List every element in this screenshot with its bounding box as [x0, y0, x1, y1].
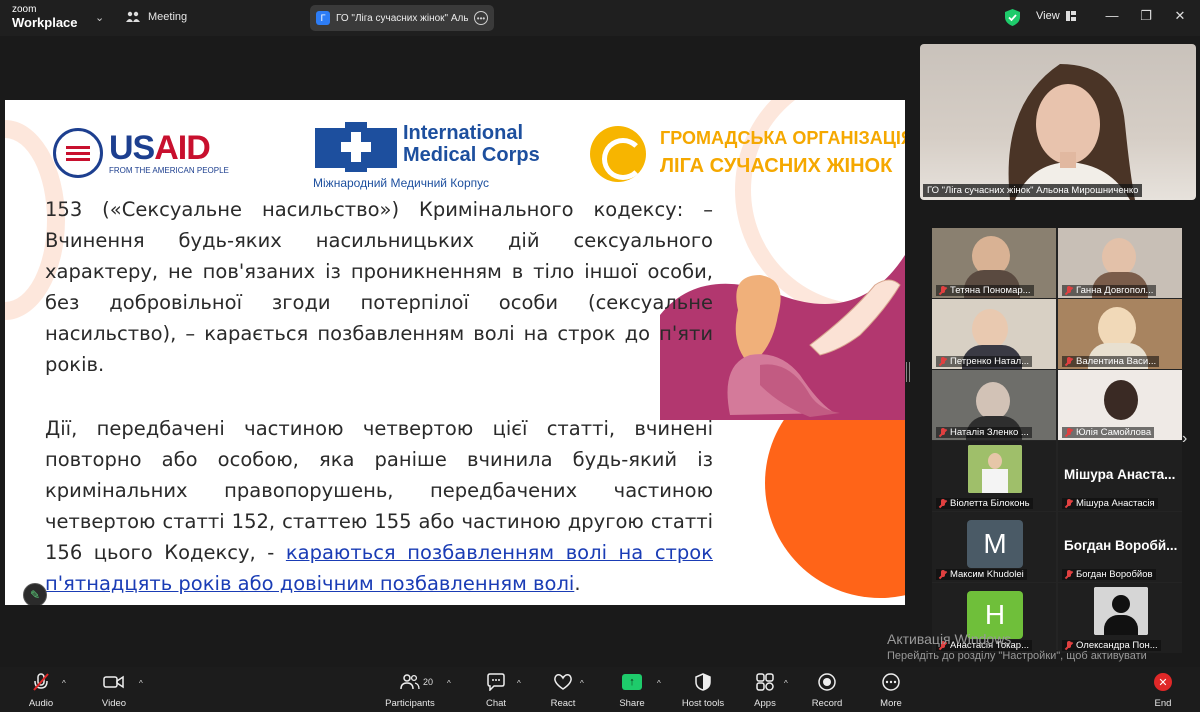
react-button[interactable]: React: [533, 671, 593, 709]
imc-subtitle: Міжнародний Медичний Корпус: [313, 176, 490, 190]
usaid-logo: USAID FROM THE AMERICAN PEOPLE: [53, 128, 229, 178]
speaker-name-label: ГО "Ліга сучасних жінок" Альона Мирошнич…: [923, 184, 1143, 197]
avatar: M: [967, 520, 1023, 568]
more-button[interactable]: More: [861, 671, 921, 709]
brand-line2: Workplace: [12, 15, 78, 30]
participant-big-name: Богдан Воробй...: [1064, 538, 1178, 553]
slide-paragraph-2: Дії, передбачені частиною четвертою цієї…: [45, 417, 713, 595]
camera-icon: [103, 671, 125, 693]
liga-line1: ГРОМАДСЬКА ОРГАНІЗАЦІЯ: [660, 128, 905, 148]
mic-off-icon: [939, 427, 947, 438]
mic-off-icon: [939, 356, 947, 367]
avatar: [1094, 587, 1148, 635]
apps-caret-icon[interactable]: ^: [784, 679, 788, 688]
sponsor-logos: USAID FROM THE AMERICAN PEOPLE Internati…: [45, 118, 905, 198]
view-label: View: [1036, 10, 1060, 22]
mic-off-icon: [939, 285, 947, 296]
imc-emblem-icon: [315, 122, 397, 172]
annotate-pen-icon[interactable]: ✎: [23, 583, 47, 605]
participants-icon: [399, 671, 421, 693]
participant-big-name: Мішура Анаста...: [1064, 467, 1176, 482]
title-bar: zoom Workplace ⌄ Meeting Г ГО "Ліга суча…: [0, 0, 1200, 36]
restore-icon[interactable]: ❐: [1138, 8, 1154, 24]
chevron-down-icon[interactable]: ⌄: [95, 11, 104, 24]
chat-button[interactable]: Chat: [466, 671, 526, 709]
brand-line1: zoom: [12, 4, 37, 15]
participants-icon: [126, 11, 140, 22]
mic-off-icon: [1065, 498, 1073, 509]
avatar: [968, 445, 1022, 493]
view-button[interactable]: View: [1036, 10, 1076, 22]
participant-tile[interactable]: Мішура Анаста... Мішура Анастасія: [1058, 441, 1182, 511]
share-button[interactable]: ↑ Share: [602, 671, 662, 709]
minimize-icon[interactable]: —: [1104, 8, 1120, 23]
video-options-caret-icon[interactable]: ^: [139, 679, 143, 688]
chat-caret-icon[interactable]: ^: [517, 679, 521, 688]
watermark-title: Активація Windows: [887, 631, 1012, 647]
participant-tile[interactable]: Тетяна Пономар...: [932, 228, 1056, 298]
meeting-tab[interactable]: Г ГО "Ліга сучасних жінок" Альона Мирошн…: [310, 5, 494, 31]
apps-icon: [754, 671, 776, 693]
zoom-window: zoom Workplace ⌄ Meeting Г ГО "Ліга суча…: [0, 0, 1200, 712]
video-button[interactable]: Video: [84, 671, 144, 709]
imc-name-line1: International: [403, 122, 524, 144]
participant-tile[interactable]: Ганна Довгопол...: [1058, 228, 1182, 298]
mic-off-icon: [939, 498, 947, 509]
host-tools-button[interactable]: Host tools: [673, 671, 733, 709]
zoom-logo[interactable]: zoom Workplace: [12, 4, 78, 30]
mic-off-icon: [1065, 285, 1073, 296]
mic-off-icon: [1065, 356, 1073, 367]
more-options-icon[interactable]: •••: [474, 11, 488, 25]
record-icon: [816, 671, 838, 693]
usaid-seal-icon: [53, 128, 103, 178]
participant-tile[interactable]: Богдан Воробй... Богдан Воробйов: [1058, 512, 1182, 582]
participant-tile[interactable]: Наталія Зленко ...: [932, 370, 1056, 440]
react-caret-icon[interactable]: ^: [580, 679, 584, 688]
meeting-label: Meeting: [148, 11, 188, 23]
participant-tile[interactable]: Віолетта Білоконь: [932, 441, 1056, 511]
view-layout-icon: [1065, 11, 1076, 21]
end-button[interactable]: ✕ End: [1133, 671, 1193, 709]
liga-emblem-icon: [590, 126, 646, 182]
participant-tile[interactable]: M Максим Khudolei: [932, 512, 1056, 582]
mic-muted-icon: [30, 671, 52, 693]
participant-tile[interactable]: Петренко Натал...: [932, 299, 1056, 369]
participant-tile[interactable]: Юлія Самойлова: [1058, 370, 1182, 440]
share-screen-icon: ↑: [621, 671, 643, 693]
participants-caret-icon[interactable]: ^: [447, 679, 451, 688]
imc-name-line2: Medical Corps: [403, 144, 540, 166]
participant-tile[interactable]: Валентина Васи...: [1058, 299, 1182, 369]
mic-off-icon: [939, 569, 947, 580]
shared-screen: USAID FROM THE AMERICAN PEOPLE Internati…: [5, 100, 905, 605]
audio-options-caret-icon[interactable]: ^: [62, 679, 66, 688]
tab-title: ГО "Ліга сучасних жінок" Альона Мирошнич…: [336, 12, 468, 24]
gallery-next-icon[interactable]: ›: [1182, 430, 1187, 448]
meeting-toolbar: Audio ^ Video ^ Participants 20 ^ Chat ^: [0, 667, 1200, 712]
panel-splitter-handle[interactable]: [906, 362, 910, 382]
speaker-portrait: [1008, 64, 1135, 200]
end-meeting-icon: ✕: [1152, 671, 1174, 693]
mic-off-icon: [1065, 427, 1073, 438]
record-button[interactable]: Record: [797, 671, 857, 709]
participants-count: 20: [423, 677, 434, 687]
mic-off-icon: [1065, 569, 1073, 580]
meeting-menu[interactable]: Meeting: [126, 10, 187, 24]
active-speaker-video[interactable]: ГО "Ліга сучасних жінок" Альона Мирошнич…: [920, 44, 1196, 200]
heart-icon: [552, 671, 574, 693]
usaid-aid: AID: [154, 129, 211, 167]
audio-button[interactable]: Audio: [11, 671, 71, 709]
share-caret-icon[interactable]: ^: [657, 679, 661, 688]
apps-button[interactable]: Apps: [735, 671, 795, 709]
security-shield-icon[interactable]: [1005, 9, 1020, 26]
close-icon[interactable]: ✕: [1172, 8, 1188, 24]
participant-gallery: Тетяна Пономар... Ганна Довгопол... Петр…: [932, 228, 1182, 653]
usaid-tagline: FROM THE AMERICAN PEOPLE: [109, 166, 229, 175]
slide-paragraph-1: 153 («Сексуальне насильство») Кримінальн…: [45, 198, 713, 376]
more-icon: [880, 671, 902, 693]
shield-icon: [692, 671, 714, 693]
chat-icon: [485, 671, 507, 693]
usaid-us: US: [109, 129, 155, 167]
tab-app-icon: Г: [316, 11, 330, 25]
liga-line2: ЛІГА СУЧАСНИХ ЖІНОК: [660, 155, 893, 177]
